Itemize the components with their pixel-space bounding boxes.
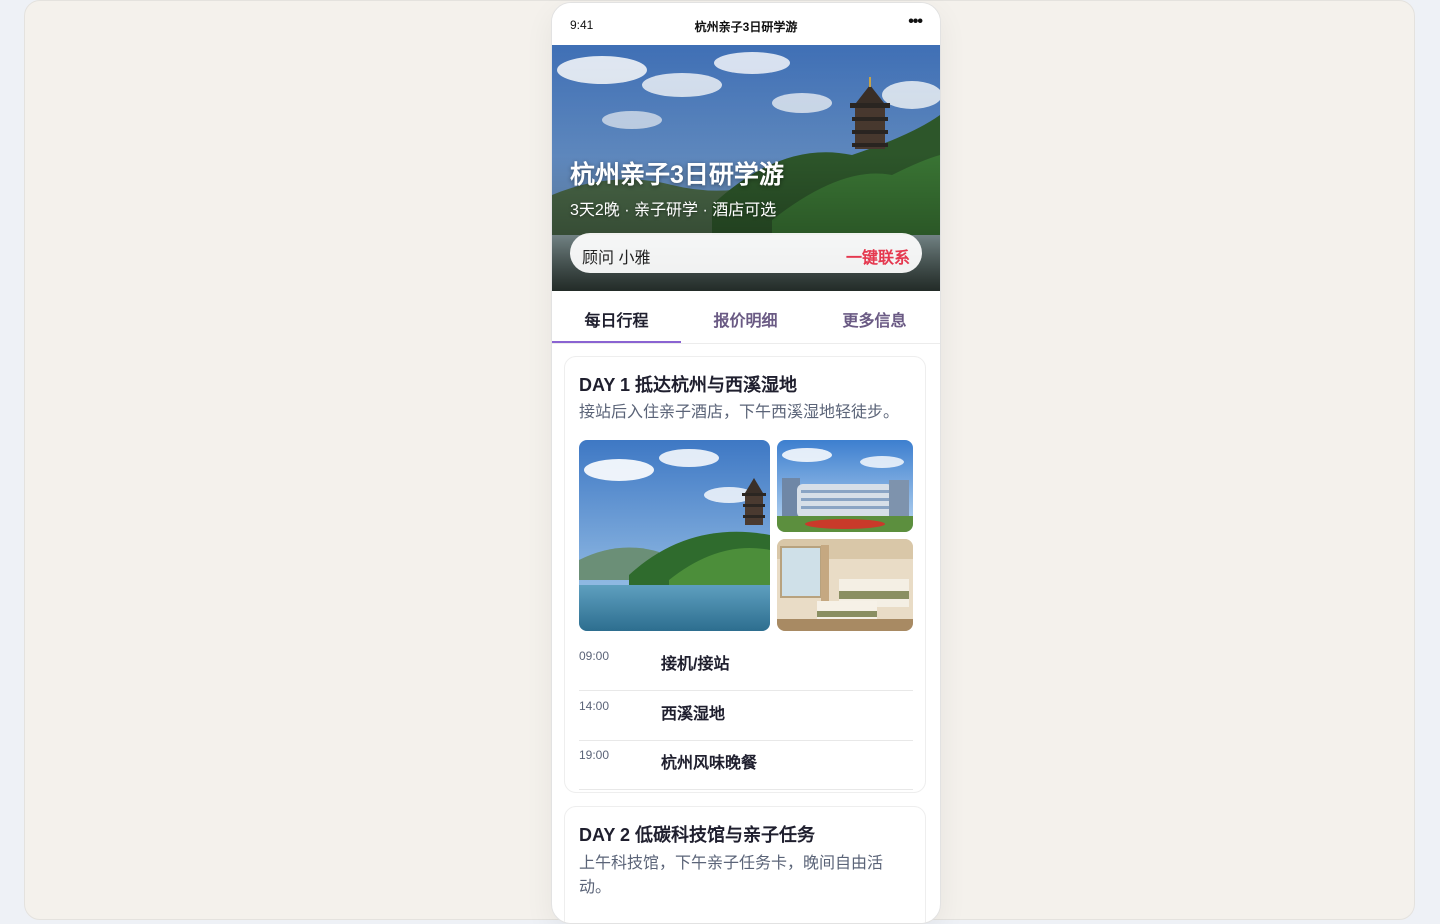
schedule-row: 14:00 西溪湿地 [579, 691, 913, 741]
advisor-name: 顾问 小雅 [582, 250, 651, 267]
day-card: DAY 2 低碳科技馆与亲子任务 上午科技馆，下午亲子任务卡，晚间自由活动。 [564, 806, 926, 923]
advisor-bar: 顾问 小雅 一键联系 [570, 233, 922, 273]
photo-science-museum[interactable] [777, 440, 913, 532]
photo-west-lake[interactable] [579, 440, 770, 631]
schedule-time: 14:00 [579, 699, 610, 713]
hero-banner: 杭州亲子3日研学游 3天2晚 · 亲子研学 · 酒店可选 顾问 小雅 一键联系 [552, 45, 940, 291]
photo-hotel-room[interactable] [777, 539, 913, 631]
schedule-row: 19:00 杭州风味晚餐 [579, 740, 913, 790]
day-description: 上午科技馆，下午亲子任务卡，晚间自由活动。 [579, 855, 884, 896]
schedule-time: 09:00 [579, 649, 610, 663]
day-title: DAY 1 抵达杭州与西溪湿地 [579, 375, 798, 395]
schedule-item: 杭州风味晚餐 [661, 755, 758, 772]
hero-subtitle: 3天2晚 · 亲子研学 · 酒店可选 [570, 202, 777, 219]
phone-frame: 9:41 杭州亲子3日研学游 ••• 杭州亲子3日研学游 3天2晚 · 亲子研学… [551, 2, 941, 924]
contact-button[interactable]: 一键联系 [846, 244, 910, 268]
tab-active-indicator [552, 341, 681, 343]
day-card: DAY 1 抵达杭州与西溪湿地 接站后入住亲子酒店，下午西溪湿地轻徒步。 09:… [564, 356, 926, 793]
schedule-time: 19:00 [579, 748, 610, 762]
day-title: DAY 2 低碳科技馆与亲子任务 [579, 825, 816, 845]
tab-more-info[interactable]: 更多信息 [810, 307, 939, 331]
tab-daily-itinerary[interactable]: 每日行程 [552, 307, 681, 331]
schedule-item: 接机/接站 [661, 656, 730, 673]
status-bar: 9:41 杭州亲子3日研学游 ••• [552, 3, 940, 45]
page-title: 杭州亲子3日研学游 [694, 20, 798, 34]
hero-title: 杭州亲子3日研学游 [570, 161, 784, 189]
tab-bar: 每日行程 报价明细 更多信息 [552, 291, 940, 344]
more-icon[interactable]: ••• [908, 13, 923, 31]
schedule-item: 西溪湿地 [661, 706, 726, 723]
day-description: 接站后入住亲子酒店，下午西溪湿地轻徒步。 [579, 404, 900, 421]
tab-price-details[interactable]: 报价明细 [681, 307, 810, 331]
schedule-row: 09:00 接机/接站 [579, 641, 913, 691]
page-background: 9:41 杭州亲子3日研学游 ••• 杭州亲子3日研学游 3天2晚 · 亲子研学… [24, 0, 1415, 924]
